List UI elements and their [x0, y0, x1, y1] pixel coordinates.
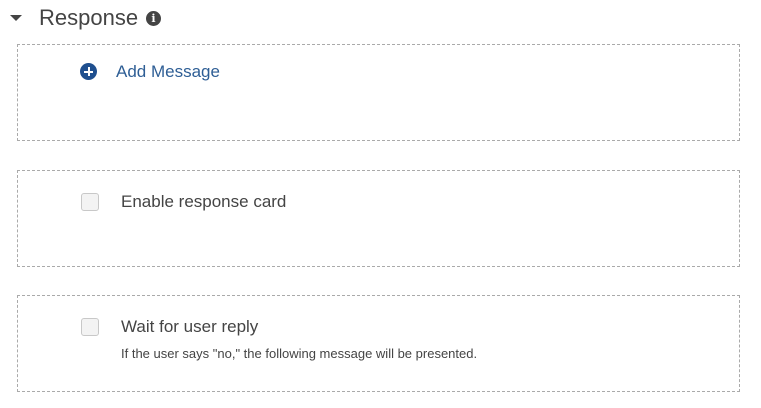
- section-title: Response: [39, 5, 139, 30]
- enable-response-card-label: Enable response card: [121, 192, 287, 211]
- add-message-label: Add Message: [116, 62, 220, 81]
- plus-circle-icon: [80, 63, 97, 80]
- wait-reply-helper-text: If the user says "no," the following mes…: [121, 346, 478, 361]
- enable-response-card-checkbox[interactable]: [81, 193, 99, 211]
- info-icon[interactable]: i: [146, 11, 161, 26]
- add-message-box: Add Message: [17, 44, 740, 141]
- response-section-header: Response i: [0, 0, 761, 36]
- caret-down-icon[interactable]: [10, 15, 22, 21]
- wait-for-user-reply-label: Wait for user reply: [121, 317, 259, 336]
- wait-for-user-reply-checkbox[interactable]: [81, 318, 99, 336]
- response-card-box: Enable response card: [17, 170, 740, 267]
- wait-reply-box: Wait for user reply If the user says "no…: [17, 295, 740, 392]
